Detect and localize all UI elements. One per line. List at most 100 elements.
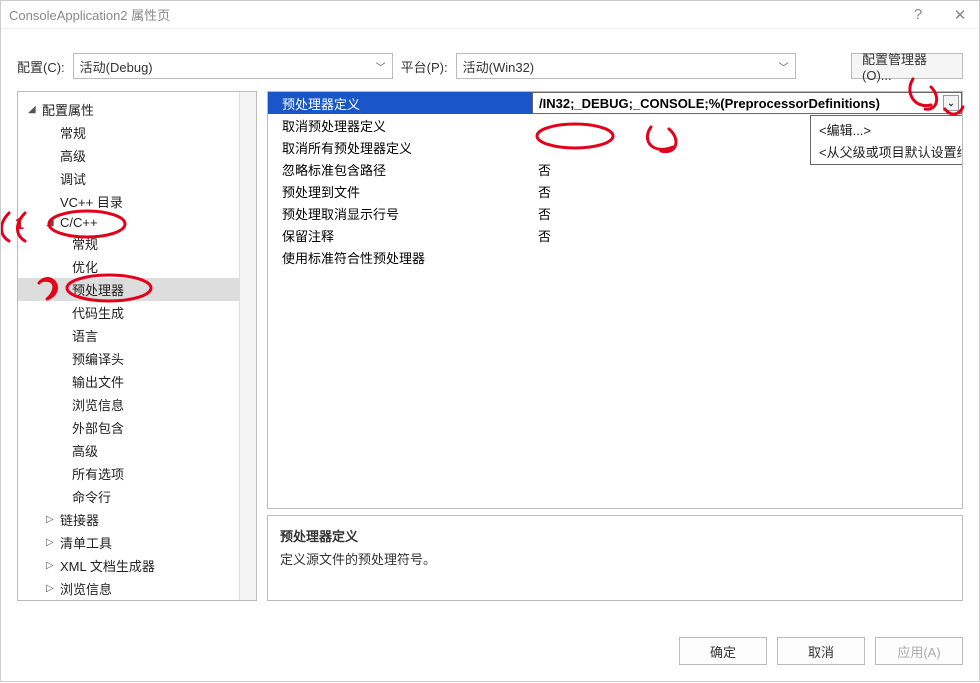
right-side: 预处理器定义 /IN32;_DEBUG;_CONSOLE;%(Preproces… bbox=[267, 91, 963, 601]
tree-label: 语言 bbox=[72, 326, 98, 345]
tree-label: 链接器 bbox=[60, 510, 99, 529]
expand-icon: ▷ bbox=[46, 560, 60, 571]
tree-item-preprocessor[interactable]: 预处理器 bbox=[18, 278, 256, 301]
tree-item[interactable]: 高级 bbox=[18, 439, 256, 462]
tree-label: 所有选项 bbox=[72, 464, 124, 483]
tree-item[interactable]: ▷XML 文档生成器 bbox=[18, 554, 256, 577]
tree-label: 代码生成 bbox=[72, 303, 124, 322]
tree-label: 预编译头 bbox=[72, 349, 124, 368]
platform-dropdown[interactable]: 活动(Win32) ﹀ bbox=[456, 53, 796, 79]
ok-button[interactable]: 确定 bbox=[679, 637, 767, 665]
tree-item[interactable]: 输出文件 bbox=[18, 370, 256, 393]
window-title: ConsoleApplication2 属性页 bbox=[9, 5, 170, 24]
grid-value: 否 bbox=[538, 182, 551, 201]
tree-item[interactable]: 命令行 bbox=[18, 485, 256, 508]
tree-item[interactable]: ▷生成事件 bbox=[18, 600, 256, 601]
config-dropdown[interactable]: 活动(Debug) ﹀ bbox=[73, 53, 393, 79]
tree-label: 预处理器 bbox=[72, 280, 124, 299]
tree-label: 配置属性 bbox=[42, 100, 94, 119]
expand-icon: ▷ bbox=[46, 514, 60, 525]
description-text: 定义源文件的预处理符号。 bbox=[280, 549, 950, 568]
tree-item[interactable]: 代码生成 bbox=[18, 301, 256, 324]
chevron-down-icon: ﹀ bbox=[376, 59, 386, 74]
collapse-icon: ◢ bbox=[46, 217, 60, 228]
chevron-down-icon[interactable]: ⌄ bbox=[943, 95, 959, 111]
grid-label: 预处理到文件 bbox=[282, 182, 360, 201]
grid-label: 取消预处理器定义 bbox=[282, 116, 386, 135]
grid-label: 预处理器定义 bbox=[282, 94, 360, 113]
expand-icon: ▷ bbox=[46, 583, 60, 594]
grid-value: 否 bbox=[538, 204, 551, 223]
chevron-down-icon: ﹀ bbox=[779, 59, 789, 74]
titlebar: ConsoleApplication2 属性页 ? ✕ bbox=[1, 1, 979, 29]
tree-item[interactable]: 常规 bbox=[18, 232, 256, 255]
config-label: 配置(C): bbox=[17, 57, 65, 76]
tree-item[interactable]: 浏览信息 bbox=[18, 393, 256, 416]
config-manager-button[interactable]: 配置管理器(O)... bbox=[851, 53, 963, 79]
tree-label: 高级 bbox=[60, 146, 86, 165]
grid-label: 保留注释 bbox=[282, 226, 334, 245]
tree-item[interactable]: 优化 bbox=[18, 255, 256, 278]
tree-item[interactable]: 常规 bbox=[18, 121, 256, 144]
grid-row-preprocessor-defs[interactable]: 预处理器定义 /IN32;_DEBUG;_CONSOLE;%(Preproces… bbox=[268, 92, 962, 114]
dialog-window: ConsoleApplication2 属性页 ? ✕ 配置(C): 活动(De… bbox=[0, 0, 980, 682]
grid-label: 取消所有预处理器定义 bbox=[282, 138, 412, 157]
tree-item[interactable]: 调试 bbox=[18, 167, 256, 190]
footer-buttons: 确定 取消 应用(A) bbox=[679, 637, 963, 665]
tree-label: 常规 bbox=[60, 123, 86, 142]
tree-label: 命令行 bbox=[72, 487, 111, 506]
tree-item[interactable]: VC++ 目录 bbox=[18, 190, 256, 213]
tree-item[interactable]: ▷浏览信息 bbox=[18, 577, 256, 600]
tree-panel[interactable]: ◢ 配置属性 常规 高级 调试 VC++ 目录 ◢C/C++ 常规 优化 预处理… bbox=[17, 91, 257, 601]
grid-row[interactable]: 保留注释 否 bbox=[268, 224, 962, 246]
value-dropdown-popover[interactable]: <编辑...> <从父级或项目默认设置继承> bbox=[810, 115, 963, 165]
config-value: 活动(Debug) bbox=[80, 57, 153, 76]
popover-edit-option[interactable]: <编辑...> bbox=[811, 118, 963, 140]
property-grid[interactable]: 预处理器定义 /IN32;_DEBUG;_CONSOLE;%(Preproces… bbox=[267, 91, 963, 509]
popover-option-label: <编辑...> bbox=[819, 120, 871, 139]
tree-label: 清单工具 bbox=[60, 533, 112, 552]
tree-label: 外部包含 bbox=[72, 418, 124, 437]
platform-value: 活动(Win32) bbox=[463, 57, 535, 76]
tree-item[interactable]: ▷链接器 bbox=[18, 508, 256, 531]
tree-item-cxx[interactable]: ◢C/C++ bbox=[18, 213, 256, 232]
tree-item[interactable]: 所有选项 bbox=[18, 462, 256, 485]
tree-item-root[interactable]: ◢ 配置属性 bbox=[18, 98, 256, 121]
tree-item[interactable]: 外部包含 bbox=[18, 416, 256, 439]
tree-label: 常规 bbox=[72, 234, 98, 253]
cancel-button[interactable]: 取消 bbox=[777, 637, 865, 665]
grid-label: 忽略标准包含路径 bbox=[282, 160, 386, 179]
grid-row[interactable]: 预处理取消显示行号 否 bbox=[268, 202, 962, 224]
close-icon[interactable]: ✕ bbox=[949, 6, 971, 24]
tree-label: VC++ 目录 bbox=[60, 192, 123, 211]
grid-label: 预处理取消显示行号 bbox=[282, 204, 399, 223]
grid-row[interactable]: 使用标准符合性预处理器 bbox=[268, 246, 962, 268]
grid-value: 否 bbox=[538, 160, 551, 179]
description-panel: 预处理器定义 定义源文件的预处理符号。 bbox=[267, 515, 963, 601]
tree-label: 浏览信息 bbox=[60, 579, 112, 598]
help-icon[interactable]: ? bbox=[907, 6, 929, 23]
tree-label: 优化 bbox=[72, 257, 98, 276]
popover-inherit-option[interactable]: <从父级或项目默认设置继承> bbox=[811, 140, 963, 162]
collapse-icon: ◢ bbox=[28, 104, 42, 115]
tree-label: XML 文档生成器 bbox=[60, 556, 155, 575]
apply-button[interactable]: 应用(A) bbox=[875, 637, 963, 665]
tree-item[interactable]: 预编译头 bbox=[18, 347, 256, 370]
description-title: 预处理器定义 bbox=[280, 526, 950, 545]
grid-row[interactable]: 预处理到文件 否 bbox=[268, 180, 962, 202]
tree-item[interactable]: 语言 bbox=[18, 324, 256, 347]
grid-value: 否 bbox=[538, 226, 551, 245]
config-toolbar: 配置(C): 活动(Debug) ﹀ 平台(P): 活动(Win32) ﹀ 配置… bbox=[1, 29, 979, 89]
tree-item[interactable]: ▷清单工具 bbox=[18, 531, 256, 554]
tree-label: 输出文件 bbox=[72, 372, 124, 391]
grid-label: 使用标准符合性预处理器 bbox=[282, 248, 425, 267]
window-controls: ? ✕ bbox=[907, 6, 971, 24]
button-label: 取消 bbox=[808, 642, 834, 661]
button-label: 应用(A) bbox=[897, 642, 940, 661]
expand-icon: ▷ bbox=[46, 537, 60, 548]
tree-label: C/C++ bbox=[60, 215, 98, 230]
tree-label: 调试 bbox=[60, 169, 86, 188]
tree-item[interactable]: 高级 bbox=[18, 144, 256, 167]
tree-label: 浏览信息 bbox=[72, 395, 124, 414]
tree-inner: ◢ 配置属性 常规 高级 调试 VC++ 目录 ◢C/C++ 常规 优化 预处理… bbox=[18, 92, 256, 601]
